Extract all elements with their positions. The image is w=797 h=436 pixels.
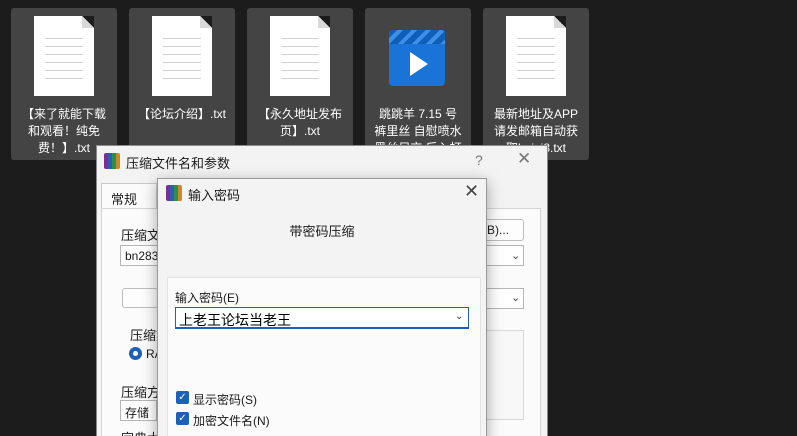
dialog-title: 压缩文件名和参数 [126,156,231,171]
encrypt-file-names-label: 加密文件名(N) [193,414,270,428]
chevron-down-icon[interactable]: ⌄ [511,249,520,262]
dialog-titlebar[interactable]: 压缩文件名和参数 ? ✕ [97,146,547,176]
close-button[interactable]: ✕ [517,149,531,169]
file-item[interactable]: 【来了就能下载 和观看！纯免 费！】.txt [11,8,117,160]
tab-general[interactable]: 常规 [101,183,157,209]
play-icon [410,52,428,76]
close-button[interactable]: ✕ [464,181,479,202]
file-item[interactable]: 跳跳羊 7.15 号 裤里丝 自慰喷水 黑丝足交 后入打 [365,8,471,160]
profiles-button[interactable] [122,288,158,308]
file-item[interactable]: 最新地址及APP 请发邮箱自动获 取heiai8.txt [483,8,589,160]
dialog-title: 输入密码 [188,188,241,203]
options-group [482,330,524,420]
file-item[interactable]: 【永久地址发布 页】.txt [247,8,353,160]
chevron-down-icon[interactable]: ⌄ [511,291,520,304]
password-input[interactable]: 上老王论坛当老王 [175,307,469,329]
winrar-icon [104,153,120,169]
show-password-label: 显示密码(S) [193,393,257,407]
password-value: 上老王论坛当老王 [179,312,291,328]
rar-radio[interactable] [129,347,142,360]
archive-name-value: bn283 [125,249,159,263]
video-file-icon [389,30,445,86]
method-value: 存储 [125,406,150,420]
enter-password-dialog: 输入密码 ✕ 带密码压缩 输入密码(E) 上老王论坛当老王 ⌄ ✓ 显示密码(S… [157,178,487,436]
password-label: 输入密码(E) [175,291,239,305]
encrypt-file-names-checkbox[interactable]: ✓ [176,412,189,425]
text-file-icon [152,16,212,96]
dialog-heading: 带密码压缩 [289,224,355,239]
help-button[interactable]: ? [475,152,483,168]
archive-name-label: 压缩文 [121,228,161,243]
dictionary-size-label: 字典大 [121,428,160,436]
file-item[interactable]: 【论坛介绍】.txt [129,8,235,160]
show-password-checkbox[interactable]: ✓ [176,391,189,404]
chevron-down-icon[interactable]: ⌄ [455,311,463,322]
dialog-titlebar[interactable]: 输入密码 ✕ [158,179,486,207]
text-file-icon [270,16,330,96]
method-select[interactable]: 存储 [120,400,157,421]
desktop: 【来了就能下载 和观看！纯免 费！】.txt 【论坛介绍】.txt 【永久地址发… [0,0,797,436]
text-file-icon [506,16,566,96]
winrar-icon [166,185,182,201]
method-label: 压缩方 [121,385,161,400]
text-file-icon [34,16,94,96]
